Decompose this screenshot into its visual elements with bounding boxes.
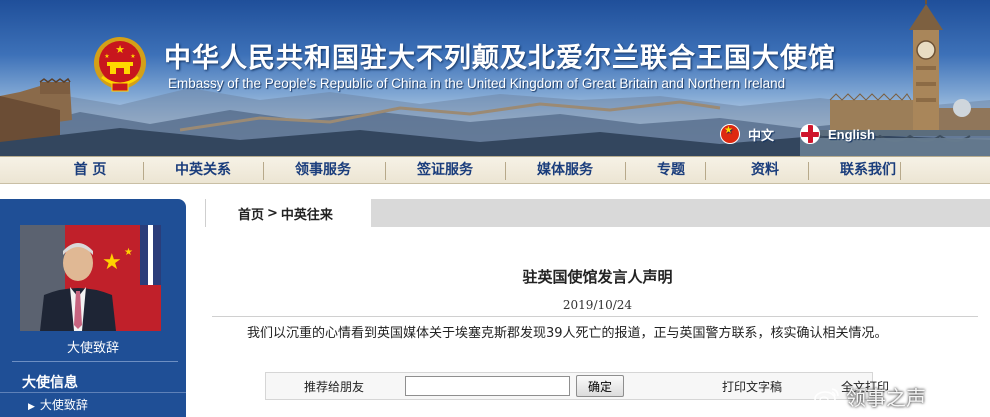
national-emblem-icon: ★ ★ ★ <box>94 37 146 92</box>
sidebar-item-label: 大使致辞 <box>39 398 88 412</box>
breadcrumb-home-link[interactable]: 首页 <box>238 204 264 223</box>
breadcrumb-current[interactable]: 中英往来 <box>281 204 333 223</box>
nav-item-media[interactable]: 媒体服务 <box>505 157 625 184</box>
main-nav: 首 页 中英关系 领事服务 签证服务 媒体服务 专题 资料 联系我们 <box>0 156 990 184</box>
svg-text:★: ★ <box>124 247 133 258</box>
nav-item-visa[interactable]: 签证服务 <box>385 157 505 184</box>
nav-item-relations[interactable]: 中英关系 <box>143 157 263 184</box>
ambassador-portrait[interactable]: ★ ★ <box>20 225 161 331</box>
recommend-label: 推荐给朋友 <box>304 380 365 394</box>
language-label-english: English <box>828 126 875 142</box>
nav-item-contact[interactable]: 联系我们 <box>808 157 928 184</box>
language-label-chinese: 中文 <box>748 128 775 144</box>
nav-divider <box>900 162 901 180</box>
nav-item-consular[interactable]: 领事服务 <box>263 157 383 184</box>
uk-flag-icon <box>800 124 820 144</box>
print-text-link[interactable]: 打印文字稿 <box>722 378 782 395</box>
arrow-right-icon: ▶ <box>28 402 35 412</box>
svg-text:★: ★ <box>104 53 109 60</box>
header-banner: ★ ★ ★ 中华人民共和国驻大不列颠及北爱尔兰联合王国大使馆 Embassy o… <box>0 0 990 156</box>
sidebar-item-ambassador-speech[interactable]: ▶ 大使致辞 <box>28 396 88 413</box>
breadcrumb: 首页 > 中英往来 <box>205 199 371 227</box>
weibo-watermark: 领事之声 <box>814 381 926 411</box>
site-title-chinese: 中华人民共和国驻大不列颠及北爱尔兰联合王国大使馆 <box>164 43 836 74</box>
article-title: 驻英国使馆发言人声明 <box>522 268 673 286</box>
language-switch-chinese[interactable]: 中文 <box>720 124 774 144</box>
nav-item-resources[interactable]: 资料 <box>705 157 825 184</box>
article-divider <box>212 316 978 317</box>
sidebar-divider <box>0 392 186 393</box>
breadcrumb-separator: > <box>267 205 278 221</box>
sidebar-section-heading: 大使信息 <box>22 375 78 391</box>
sidebar: ★ ★ 大使致辞 大使信息 ▶ 大使致辞 <box>0 199 186 417</box>
svg-text:★: ★ <box>115 43 125 56</box>
china-flag-icon <box>720 124 740 144</box>
sidebar-divider <box>12 361 178 362</box>
article-body: 我们以沉重的心情看到英国媒体关于埃塞克斯郡发现39人死亡的报道，正与英国警方联系… <box>247 326 888 341</box>
recommend-email-input[interactable] <box>405 376 570 396</box>
site-title-english: Embassy of the People's Republic of Chin… <box>168 76 786 91</box>
ambassador-photo-image: ★ ★ <box>20 225 161 331</box>
language-switch-english[interactable]: English <box>800 124 875 144</box>
ambassador-caption[interactable]: 大使致辞 <box>0 337 186 356</box>
confirm-button[interactable]: 确定 <box>576 375 624 397</box>
weibo-logo-icon <box>814 388 839 407</box>
svg-text:★: ★ <box>102 250 122 275</box>
svg-text:★: ★ <box>130 53 135 60</box>
watermark-text: 领事之声 <box>846 385 926 410</box>
article-date: 2019/10/24 <box>562 298 633 312</box>
nav-item-home[interactable]: 首 页 <box>30 157 150 184</box>
